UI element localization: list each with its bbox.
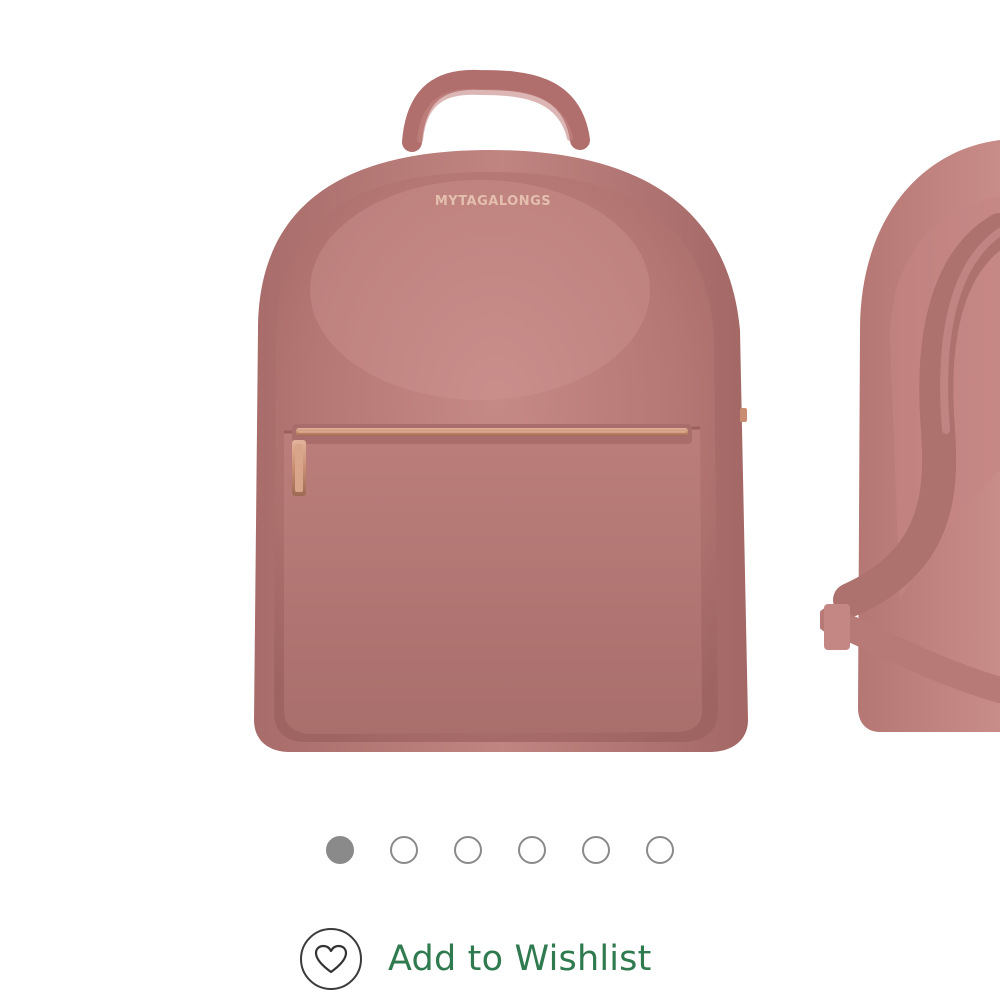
heart-icon[interactable] (300, 928, 362, 990)
carousel-pagination (0, 836, 1000, 872)
carousel-dot-3[interactable] (454, 836, 482, 864)
wishlist-label[interactable]: Add to Wishlist (388, 939, 652, 979)
product-page: MYTAGALONGS Add to Wishlist (0, 0, 1000, 1000)
carousel-dot-5[interactable] (582, 836, 610, 864)
carousel-dot-4[interactable] (518, 836, 546, 864)
product-image-carousel[interactable]: MYTAGALONGS (0, 0, 1000, 800)
add-to-wishlist-button[interactable]: Add to Wishlist (300, 926, 652, 992)
carousel-dot-2[interactable] (390, 836, 418, 864)
backpack-side-illustration (817, 140, 1000, 732)
brand-logo-text: MYTAGALONGS (435, 194, 551, 209)
product-image-main[interactable]: MYTAGALONGS (180, 0, 800, 800)
carousel-dot-6[interactable] (646, 836, 674, 864)
backpack-front-illustration: MYTAGALONGS (254, 69, 748, 752)
carousel-dot-1[interactable] (326, 836, 354, 864)
heart-outline-icon (314, 944, 348, 974)
product-image-next[interactable] (817, 0, 1000, 800)
